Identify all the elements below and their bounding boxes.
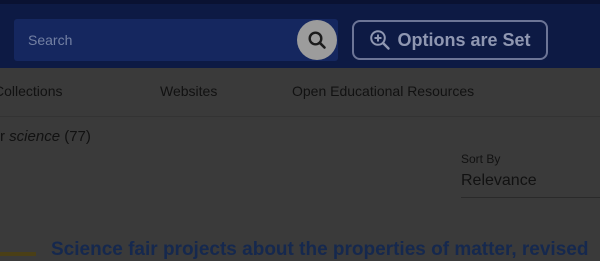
options-button[interactable]: Options are Set xyxy=(352,20,548,60)
result-thumbnail[interactable] xyxy=(0,252,36,256)
search-input[interactable] xyxy=(14,19,294,61)
nav-item-collections[interactable]: Collections xyxy=(0,83,62,99)
results-count: (77) xyxy=(64,128,91,145)
search-button[interactable] xyxy=(297,20,337,60)
site-header: Options are Set xyxy=(0,0,600,68)
results-summary: r science (77) xyxy=(0,128,91,145)
sort-label: Sort By xyxy=(461,152,501,166)
results-prefix: r xyxy=(0,128,10,145)
options-button-label: Options are Set xyxy=(397,29,531,50)
nav-item-websites[interactable]: Websites xyxy=(160,83,217,99)
result-title-link[interactable]: Science fair projects about the properti… xyxy=(51,239,588,261)
zoom-plus-icon xyxy=(370,30,391,50)
nav-item-oer[interactable]: Open Educational Resources xyxy=(292,83,474,99)
sort-select[interactable]: Relevance xyxy=(461,172,600,198)
search-icon xyxy=(308,31,326,49)
search-box xyxy=(14,19,338,61)
results-query: science xyxy=(9,128,61,145)
result-type-nav: Collections Websites Open Educational Re… xyxy=(0,68,600,117)
